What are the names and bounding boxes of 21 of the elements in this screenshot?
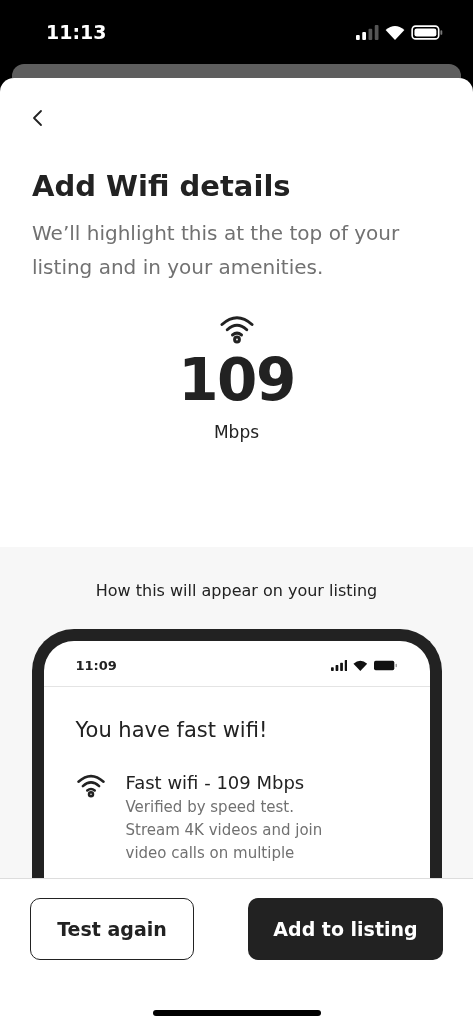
wifi-icon (75, 772, 106, 798)
status-time: 11:13 (46, 19, 107, 45)
feature-description: Verified by speed test. Stream 4K videos and join video calls on multiple (125, 796, 324, 864)
page-title: Add Wifi details (32, 168, 292, 204)
feature-title: Fast wifi - 109 Mbps (125, 770, 306, 795)
signal-icon (330, 660, 348, 671)
phone-status-time: 11:09 (75, 656, 117, 675)
page-subtitle: We’ll highlight this at the top of your listing and in your amenities. (32, 220, 401, 281)
wifi-icon (384, 24, 405, 40)
add-button[interactable]: Add to listing (248, 898, 443, 960)
preview-caption: How this will appear on your listing (95, 580, 378, 602)
speed-value: 109 (178, 348, 295, 412)
back-icon (32, 109, 44, 127)
phone-heading: You have fast wifi! (75, 717, 269, 744)
wifi-icon (353, 660, 368, 671)
speed-unit: Mbps (213, 421, 260, 444)
test-button[interactable]: Test again (30, 898, 194, 960)
battery-icon (410, 24, 443, 40)
signal-icon (356, 24, 379, 40)
battery-icon (373, 660, 398, 671)
wifi-icon (218, 314, 255, 344)
